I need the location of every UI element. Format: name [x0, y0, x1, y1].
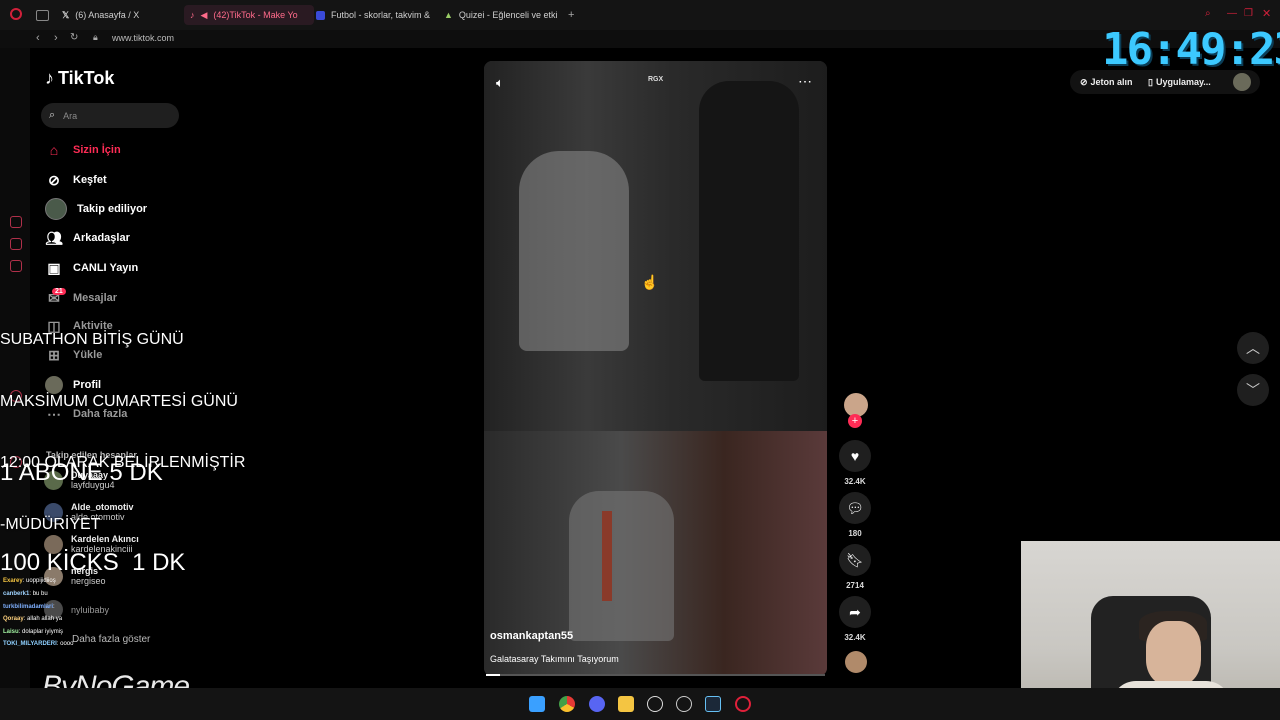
- stream-clock: 16:49:23: [1102, 24, 1280, 75]
- follow-plus-button[interactable]: +: [848, 414, 862, 428]
- search-placeholder: Ara: [63, 110, 78, 121]
- sidebar-icon-2[interactable]: [10, 238, 22, 250]
- maximize-button[interactable]: ❐: [1244, 8, 1253, 19]
- tiktok-tab-icon: ♪: [190, 10, 195, 20]
- video-watermark: RGX: [648, 76, 664, 83]
- tie-shape: [602, 511, 612, 601]
- heart-icon[interactable]: ♥: [839, 440, 871, 472]
- get-coins-button[interactable]: ⊘ Jeton alın: [1080, 71, 1133, 93]
- chat-message: Laisu: dolaplar iyiymiş: [3, 629, 64, 635]
- share-action[interactable]: ➦ 32.4K: [838, 596, 872, 642]
- comment-action[interactable]: 💬︎ 180: [838, 492, 872, 538]
- user-avatar[interactable]: [1233, 73, 1251, 91]
- comment-icon[interactable]: 💬︎: [839, 492, 871, 524]
- tiktok-note-icon: ♪: [45, 68, 54, 88]
- nav-live[interactable]: ▣ CANLI Yayın: [45, 258, 138, 278]
- x-logo-icon: 𝕏: [62, 9, 70, 20]
- streamer-face: [1146, 621, 1201, 686]
- tab-quiz[interactable]: ▲ Quizei - Eğlenceli ve etki: [438, 5, 570, 25]
- progress-fill: [486, 674, 500, 676]
- rate-line: 100 KİCKS 1 DK: [0, 549, 186, 576]
- nav-friends[interactable]: 👥︎ Arkadaşlar: [45, 228, 130, 248]
- video-frame-top: [484, 61, 827, 431]
- friends-icon: 👥︎: [45, 229, 63, 246]
- following-avatar: [45, 198, 67, 220]
- browser-tab-bar: 𝕏 (6) Anasayfa / X ♪ ◀ (42)TikTok - Make…: [0, 0, 1280, 30]
- new-tab-button[interactable]: +: [568, 9, 574, 21]
- address-bar-row: ‹ › ↻ 🔒︎ www.tiktok.com: [0, 30, 1280, 48]
- mouse-cursor-icon: ☝: [641, 274, 659, 290]
- opera-logo-icon[interactable]: [10, 8, 22, 20]
- flashscore-icon: [316, 10, 325, 20]
- nav-for-you[interactable]: ⌂ Sizin İçin: [45, 140, 121, 160]
- video-description: Galatasaray Takımını Taşıyorum: [490, 654, 619, 664]
- search-tabs-icon[interactable]: ⌕: [1205, 8, 1211, 19]
- like-action[interactable]: ♥ 32.4K: [838, 440, 872, 486]
- reload-icon[interactable]: ↻: [70, 32, 78, 43]
- chat-message: canberk1: bu bu: [3, 591, 48, 597]
- sound-avatar[interactable]: [845, 651, 867, 673]
- person-figure: [569, 491, 674, 641]
- url-text[interactable]: www.tiktok.com: [112, 33, 174, 43]
- like-count: 32.4K: [844, 477, 866, 486]
- person-figure: [519, 151, 629, 351]
- person-figure: [699, 81, 799, 381]
- lock-icon: 🔒︎: [93, 32, 98, 42]
- subathon-rates: 1 ABONE 5 DK 100 KİCKS 1 DK: [0, 398, 185, 608]
- save-action[interactable]: 🔖︎ 2714: [838, 544, 872, 590]
- comment-count: 180: [848, 529, 862, 538]
- minimize-button[interactable]: —: [1227, 8, 1237, 19]
- discord-icon[interactable]: [589, 696, 605, 712]
- live-icon: ▣: [47, 259, 61, 276]
- show-more-link[interactable]: Daha fazla göster: [72, 634, 150, 645]
- back-icon[interactable]: ‹: [36, 32, 40, 44]
- notice-line: SUBATHON BİTİŞ GÜNÜ: [0, 331, 184, 348]
- steam-icon[interactable]: [705, 696, 721, 712]
- taskbar: [0, 688, 1280, 720]
- nav-explore[interactable]: ⊘ Keşfet: [45, 170, 107, 190]
- nav-following[interactable]: Takip ediliyor: [45, 198, 147, 220]
- coin-icon: ⊘: [1080, 76, 1088, 87]
- workspace-icon[interactable]: [36, 10, 49, 21]
- phone-icon: ▯: [1148, 76, 1153, 87]
- tiktok-logo[interactable]: ♪ TikTok: [45, 68, 114, 89]
- compass-icon: ⊘: [48, 171, 60, 188]
- chat-message: Exarey: uoppijidiioş: [3, 578, 56, 584]
- previous-video-button[interactable]: ︿: [1237, 332, 1269, 364]
- tab-twitter[interactable]: 𝕏 (6) Anasayfa / X: [56, 5, 186, 25]
- share-count: 32.4K: [844, 633, 866, 642]
- close-button[interactable]: ✕: [1262, 7, 1271, 20]
- volume-icon[interactable]: 🔈︎: [496, 75, 504, 91]
- video-progress-bar[interactable]: [486, 674, 825, 676]
- next-video-button[interactable]: ﹀: [1237, 374, 1269, 406]
- sidebar-icon-3[interactable]: [10, 260, 22, 272]
- obs-icon[interactable]: [647, 696, 663, 712]
- video-player[interactable]: 🔈︎ RGX ⋯: [484, 61, 827, 676]
- chat-message: turkbilimadamlari:: [3, 604, 55, 610]
- opera-taskbar-icon[interactable]: [735, 696, 751, 712]
- get-app-button[interactable]: ▯ Uygulamay...: [1148, 71, 1211, 93]
- home-icon: ⌂: [49, 142, 59, 158]
- bookmark-icon[interactable]: 🔖︎: [839, 544, 871, 576]
- forward-icon[interactable]: ›: [54, 32, 58, 44]
- video-author[interactable]: osmankaptan55: [490, 630, 573, 642]
- tab-football[interactable]: Futbol - skorlar, takvim &: [310, 5, 440, 25]
- chat-message: Qoraay: allah allah ya: [3, 616, 63, 622]
- chrome-icon[interactable]: [559, 696, 575, 712]
- tab-tiktok[interactable]: ♪ ◀ (42)TikTok - Make Yo: [184, 5, 314, 25]
- folder-icon[interactable]: [618, 696, 634, 712]
- rate-line: 1 ABONE 5 DK: [0, 459, 163, 486]
- search-icon: ⌕: [49, 109, 56, 121]
- search-input[interactable]: ⌕ Ara: [41, 103, 179, 128]
- windows-start-icon[interactable]: [529, 696, 545, 712]
- chat-message: TOKI_MILYARDERI: oooo: [3, 641, 74, 647]
- video-more-icon[interactable]: ⋯: [798, 73, 812, 90]
- quiz-icon: ▲: [444, 10, 453, 20]
- save-count: 2714: [846, 581, 864, 590]
- sidebar-icon-1[interactable]: [10, 216, 22, 228]
- speaker-icon[interactable]: ◀: [201, 10, 208, 21]
- share-icon[interactable]: ➦: [839, 596, 871, 628]
- app-icon[interactable]: [676, 696, 692, 712]
